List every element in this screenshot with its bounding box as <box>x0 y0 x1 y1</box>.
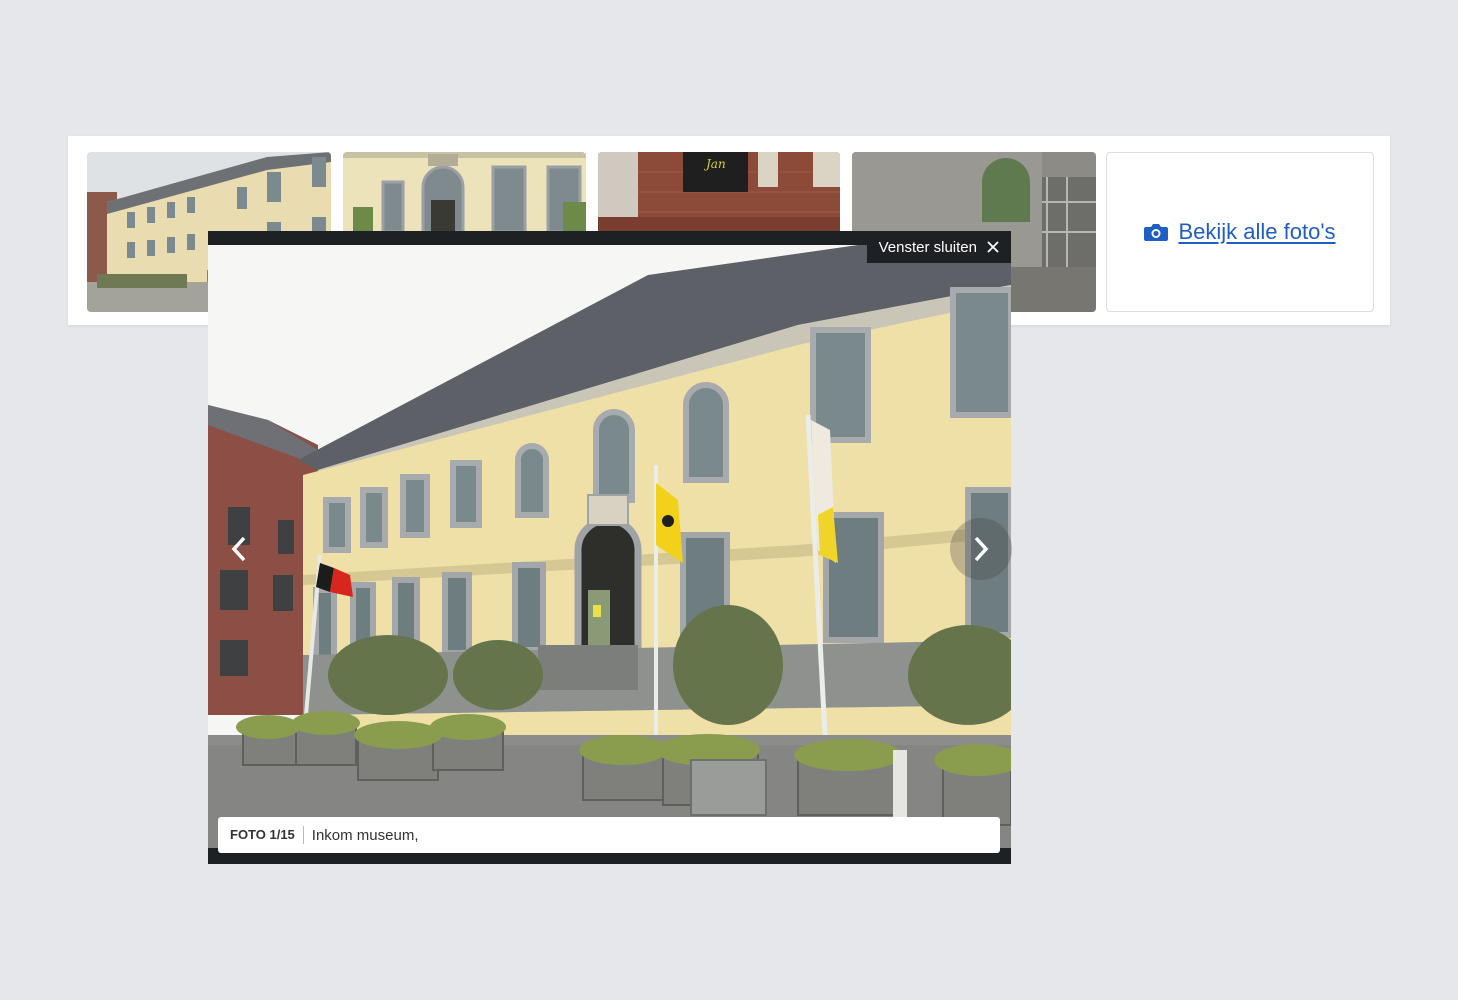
museum-photo <box>208 245 1011 848</box>
photo-lightbox: Venster sluiten FOTO 1/15 Inkom museum, <box>208 231 1012 864</box>
photo-caption-text: Inkom museum, <box>311 826 419 844</box>
lightbox-photo <box>208 245 1011 848</box>
close-lightbox-button[interactable]: Venster sluiten <box>866 231 1011 263</box>
camera-icon <box>1144 224 1169 241</box>
view-all-photos-label: Bekijk alle foto's <box>1178 219 1336 244</box>
close-icon <box>987 241 999 253</box>
photo-caption: FOTO 1/15 Inkom museum, <box>218 817 1000 853</box>
previous-photo-button[interactable] <box>208 518 270 580</box>
close-lightbox-label: Venster sluiten <box>878 238 977 256</box>
view-all-photos-button[interactable]: Bekijk alle foto's <box>1106 152 1374 312</box>
svg-text:Jan: Jan <box>703 157 726 171</box>
chevron-right-icon <box>974 536 989 562</box>
chevron-left-icon <box>231 536 246 562</box>
next-photo-button[interactable] <box>950 518 1012 580</box>
photo-counter: FOTO 1/15 <box>218 826 304 844</box>
